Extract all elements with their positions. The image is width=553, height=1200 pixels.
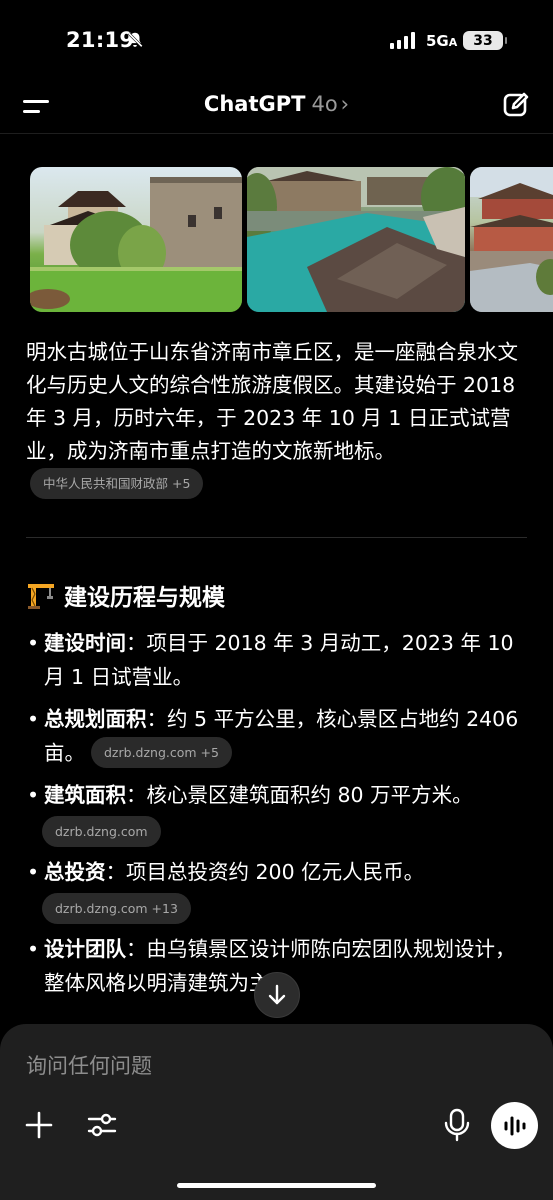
bell-muted-icon bbox=[127, 32, 143, 48]
list-item-label: 总投资 bbox=[44, 860, 106, 884]
message-composer: 询问任何问题 bbox=[0, 1024, 553, 1200]
list-item: 建设时间：项目于 2018 年 3 月动工，2023 年 10 月 1 日试营业… bbox=[26, 626, 531, 694]
app-header: ChatGPT 4o › bbox=[0, 80, 553, 134]
scroll-to-bottom-button[interactable] bbox=[254, 972, 300, 1018]
list-item-label: 建筑面积 bbox=[44, 783, 126, 807]
list-item: 总规划面积：约 5 平方公里，核心景区占地约 2406 亩。dzrb.dzng.… bbox=[26, 702, 531, 770]
chevron-right-icon: › bbox=[340, 92, 350, 116]
intro-text: 明水古城位于山东省济南市章丘区，是一座融合泉水文化与历史人文的综合性旅游度假区。… bbox=[26, 340, 518, 463]
soundwave-icon bbox=[504, 1116, 525, 1135]
status-bar: 21:19 5GA 33 bbox=[0, 0, 553, 80]
source-chip[interactable]: dzrb.dzng.com bbox=[42, 816, 161, 847]
list-item-text: 核心景区建筑面积约 80 万平方米。 bbox=[146, 783, 473, 807]
source-chip[interactable]: 中华人民共和国财政部 +5 bbox=[30, 467, 204, 499]
section-divider bbox=[26, 537, 527, 538]
new-chat-edit-icon[interactable] bbox=[501, 90, 531, 120]
source-chip[interactable]: dzrb.dzng.com +5 bbox=[91, 736, 232, 768]
tools-sliders-icon[interactable] bbox=[86, 1109, 118, 1141]
pavilion-courtyard-image[interactable] bbox=[470, 167, 553, 312]
list-item: 总投资：项目总投资约 200 亿元人民币。 dzrb.dzng.com +13 bbox=[26, 855, 531, 924]
image-carousel[interactable] bbox=[30, 167, 553, 312]
model-name: 4o bbox=[311, 92, 338, 116]
list-item-label: 设计团队 bbox=[44, 937, 126, 961]
status-time: 21:19 bbox=[66, 28, 135, 52]
canal-village-rooftops-image[interactable] bbox=[247, 167, 465, 312]
construction-crane-icon bbox=[28, 584, 54, 609]
section-title: 建设历程与规模 bbox=[64, 585, 225, 611]
arrow-down-icon bbox=[268, 984, 286, 1005]
home-indicator[interactable] bbox=[177, 1183, 376, 1188]
model-selector[interactable]: ChatGPT 4o › bbox=[0, 92, 553, 116]
ancient-city-wall-moat-image[interactable] bbox=[30, 167, 242, 312]
plus-icon[interactable] bbox=[24, 1110, 54, 1140]
construction-facts-list: 建设时间：项目于 2018 年 3 月动工，2023 年 10 月 1 日试营业… bbox=[26, 626, 531, 1008]
list-item-text: 项目总投资约 200 亿元人民币。 bbox=[126, 860, 425, 884]
microphone-icon[interactable] bbox=[441, 1108, 473, 1142]
list-item: 建筑面积：核心景区建筑面积约 80 万平方米。 dzrb.dzng.com bbox=[26, 778, 531, 847]
list-item-label: 总规划面积 bbox=[44, 707, 147, 731]
network-type: 5GA bbox=[426, 32, 458, 50]
battery-indicator: 33 bbox=[463, 31, 507, 50]
signal-strength-icon bbox=[390, 31, 415, 49]
intro-paragraph: 明水古城位于山东省济南市章丘区，是一座融合泉水文化与历史人文的综合性旅游度假区。… bbox=[26, 336, 531, 501]
voice-mode-button[interactable] bbox=[491, 1102, 538, 1149]
app-title: ChatGPT bbox=[203, 92, 306, 116]
source-chip[interactable]: dzrb.dzng.com +13 bbox=[42, 893, 191, 924]
list-item-label: 建设时间 bbox=[44, 631, 126, 655]
message-input[interactable]: 询问任何问题 bbox=[26, 1050, 152, 1080]
section-heading: 建设历程与规模 bbox=[26, 578, 225, 612]
